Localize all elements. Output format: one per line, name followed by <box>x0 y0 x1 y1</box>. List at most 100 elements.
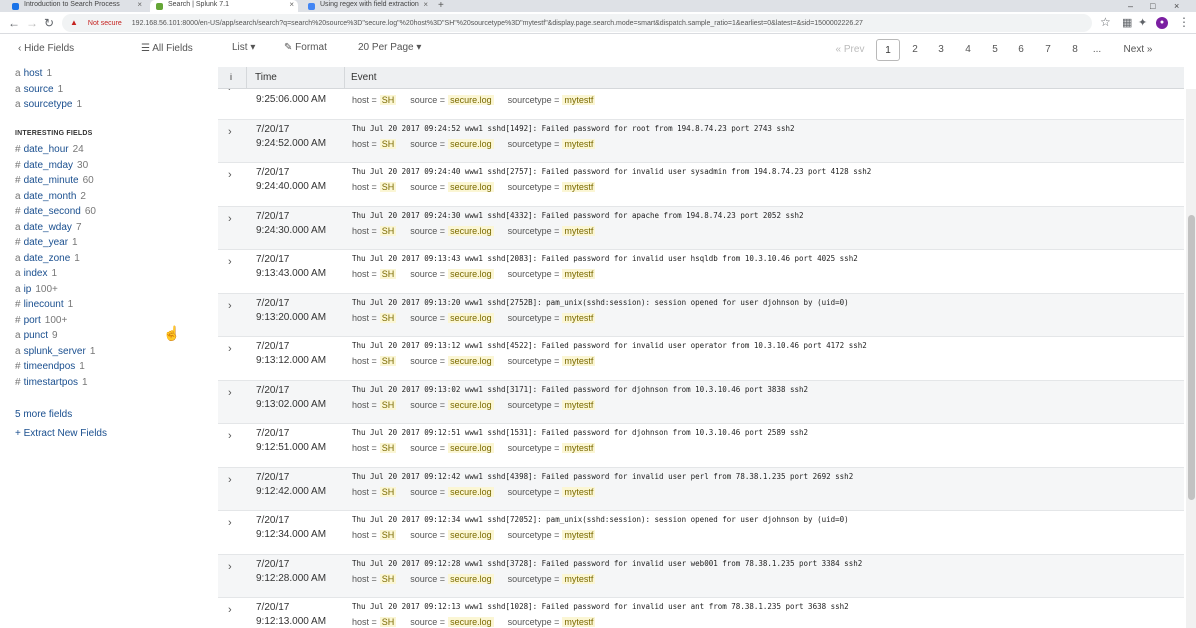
minimize-icon[interactable]: – <box>1128 0 1133 12</box>
browser-tab-2[interactable]: Search | Splunk 7.1 × <box>150 0 298 12</box>
extract-new-fields-link[interactable]: + Extract New Fields <box>15 428 107 439</box>
host-value[interactable]: SH <box>379 443 397 453</box>
source-value[interactable]: secure.log <box>448 530 494 540</box>
expand-row-icon[interactable]: › <box>228 474 232 486</box>
field-date-wday[interactable]: a date_wday 7 <box>15 220 96 236</box>
field-timeendpos[interactable]: # timeendpos 1 <box>15 359 96 375</box>
event-raw-text[interactable]: Thu Jul 20 2017 09:13:43 www1 sshd[2083]… <box>352 254 858 263</box>
column-time-header[interactable]: Time <box>255 72 277 83</box>
host-value[interactable]: SH <box>379 399 397 410</box>
new-tab-icon[interactable]: + <box>438 0 444 12</box>
expand-row-icon[interactable]: › <box>228 300 232 312</box>
extension-icon[interactable]: ▦ <box>1122 16 1132 30</box>
field-date-mday[interactable]: # date_mday 30 <box>15 158 96 174</box>
event-raw-text[interactable]: Thu Jul 20 2017 09:12:28 www1 sshd[3728]… <box>352 559 862 568</box>
event-raw-text[interactable]: Thu Jul 20 2017 09:12:42 www1 sshd[4398]… <box>352 472 853 481</box>
field-date-month[interactable]: a date_month 2 <box>15 189 96 205</box>
expand-row-icon[interactable]: › <box>228 561 232 573</box>
puzzle-icon[interactable]: ✦ <box>1138 16 1147 30</box>
field-port[interactable]: # port 100+ <box>15 313 96 329</box>
expand-row-icon[interactable]: › <box>228 343 232 355</box>
source-value[interactable]: secure.log <box>448 486 494 497</box>
hide-fields-button[interactable]: ‹ Hide Fields <box>18 43 74 54</box>
source-value[interactable]: secure.log <box>448 138 494 149</box>
field-date-zone[interactable]: a date_zone 1 <box>15 251 96 267</box>
page-3-button[interactable]: 3 <box>930 39 952 61</box>
host-value[interactable]: SH <box>379 95 397 105</box>
list-dropdown[interactable]: List ▾ <box>232 42 255 53</box>
page-1-button[interactable]: 1 <box>876 39 900 61</box>
field-date-hour[interactable]: # date_hour 24 <box>15 142 96 158</box>
source-value[interactable]: secure.log <box>448 225 494 236</box>
field-splunk-server[interactable]: a splunk_server 1 <box>15 344 96 360</box>
browser-tab-1[interactable]: Introduction to Search Process × <box>6 0 146 12</box>
page-8-button[interactable]: 8 <box>1064 39 1086 61</box>
sourcetype-value[interactable]: mytestf <box>562 617 596 627</box>
tab-close-icon[interactable]: × <box>423 0 428 9</box>
expand-row-icon[interactable]: › <box>228 126 232 138</box>
event-raw-text[interactable]: Thu Jul 20 2017 09:24:40 www1 sshd[2757]… <box>352 167 871 176</box>
sourcetype-value[interactable]: mytestf <box>562 225 596 236</box>
expand-row-icon[interactable]: › <box>228 169 232 181</box>
field-punct[interactable]: a punct 9 <box>15 328 96 344</box>
forward-icon[interactable]: → <box>26 15 38 31</box>
field-source[interactable]: a source 1 <box>15 82 82 98</box>
host-value[interactable]: SH <box>379 486 397 497</box>
event-raw-text[interactable]: Thu Jul 20 2017 09:24:52 www1 sshd[1492]… <box>352 124 795 133</box>
field-date-second[interactable]: # date_second 60 <box>15 204 96 220</box>
source-value[interactable]: secure.log <box>448 443 494 453</box>
expand-row-icon[interactable]: › <box>228 387 232 399</box>
field-host[interactable]: a host 1 <box>15 66 82 82</box>
per-page-dropdown[interactable]: 20 Per Page ▾ <box>358 42 421 53</box>
event-raw-text[interactable]: Thu Jul 20 2017 09:13:02 www1 sshd[3171]… <box>352 385 808 394</box>
window-close-icon[interactable]: × <box>1174 0 1179 12</box>
field-date-minute[interactable]: # date_minute 60 <box>15 173 96 189</box>
sourcetype-value[interactable]: mytestf <box>562 182 596 192</box>
column-info-header[interactable]: i <box>230 72 232 82</box>
scrollbar-thumb[interactable] <box>1188 215 1195 500</box>
field-ip[interactable]: a ip 100+ <box>15 282 96 298</box>
source-value[interactable]: secure.log <box>448 182 494 192</box>
source-value[interactable]: secure.log <box>448 356 494 366</box>
field-timestartpos[interactable]: # timestartpos 1 <box>15 375 96 391</box>
event-raw-text[interactable]: Thu Jul 20 2017 09:12:34 www1 sshd[72052… <box>352 515 849 524</box>
reload-icon[interactable]: ↻ <box>44 15 54 31</box>
event-raw-text[interactable]: Thu Jul 20 2017 09:13:20 www1 sshd[2752B… <box>352 298 849 307</box>
source-value[interactable]: secure.log <box>448 269 494 279</box>
host-value[interactable]: SH <box>379 225 397 236</box>
sourcetype-value[interactable]: mytestf <box>562 399 596 410</box>
sourcetype-value[interactable]: mytestf <box>562 443 596 453</box>
maximize-icon[interactable]: □ <box>1150 0 1155 12</box>
profile-avatar-icon[interactable]: ● <box>1156 17 1168 29</box>
page-6-button[interactable]: 6 <box>1010 39 1032 61</box>
expand-row-icon[interactable]: › <box>228 213 232 225</box>
event-raw-text[interactable]: Thu Jul 20 2017 09:24:30 www1 sshd[4332]… <box>352 211 804 220</box>
field-linecount[interactable]: # linecount 1 <box>15 297 96 313</box>
page-5-button[interactable]: 5 <box>984 39 1006 61</box>
event-raw-text[interactable]: Thu Jul 20 2017 09:12:13 www1 sshd[1028]… <box>352 602 849 611</box>
tab-close-icon[interactable]: × <box>137 0 142 9</box>
source-value[interactable]: secure.log <box>448 95 494 105</box>
sourcetype-value[interactable]: mytestf <box>562 530 596 540</box>
browser-menu-icon[interactable]: ⋮ <box>1178 15 1190 29</box>
expand-row-icon[interactable]: › <box>228 430 232 442</box>
sourcetype-value[interactable]: mytestf <box>562 356 596 366</box>
sourcetype-value[interactable]: mytestf <box>562 95 596 105</box>
back-icon[interactable]: ← <box>8 15 20 31</box>
sourcetype-value[interactable]: mytestf <box>562 312 596 323</box>
source-value[interactable]: secure.log <box>448 312 494 323</box>
page-2-button[interactable]: 2 <box>904 39 926 61</box>
host-value[interactable]: SH <box>379 138 397 149</box>
expand-row-icon[interactable]: › <box>228 256 232 268</box>
host-value[interactable]: SH <box>379 182 397 192</box>
field-date-year[interactable]: # date_year 1 <box>15 235 96 251</box>
sourcetype-value[interactable]: mytestf <box>562 269 596 279</box>
tab-close-icon[interactable]: × <box>289 0 294 9</box>
source-value[interactable]: secure.log <box>448 573 494 584</box>
field-sourcetype[interactable]: a sourcetype 1 <box>15 97 82 113</box>
host-value[interactable]: SH <box>379 573 397 584</box>
more-fields-link[interactable]: 5 more fields <box>15 409 72 420</box>
host-value[interactable]: SH <box>379 530 397 540</box>
url-input[interactable]: ▲ Not secure 192.168.56.101:8000/en-US/app… <box>62 14 1092 32</box>
host-value[interactable]: SH <box>379 312 397 323</box>
